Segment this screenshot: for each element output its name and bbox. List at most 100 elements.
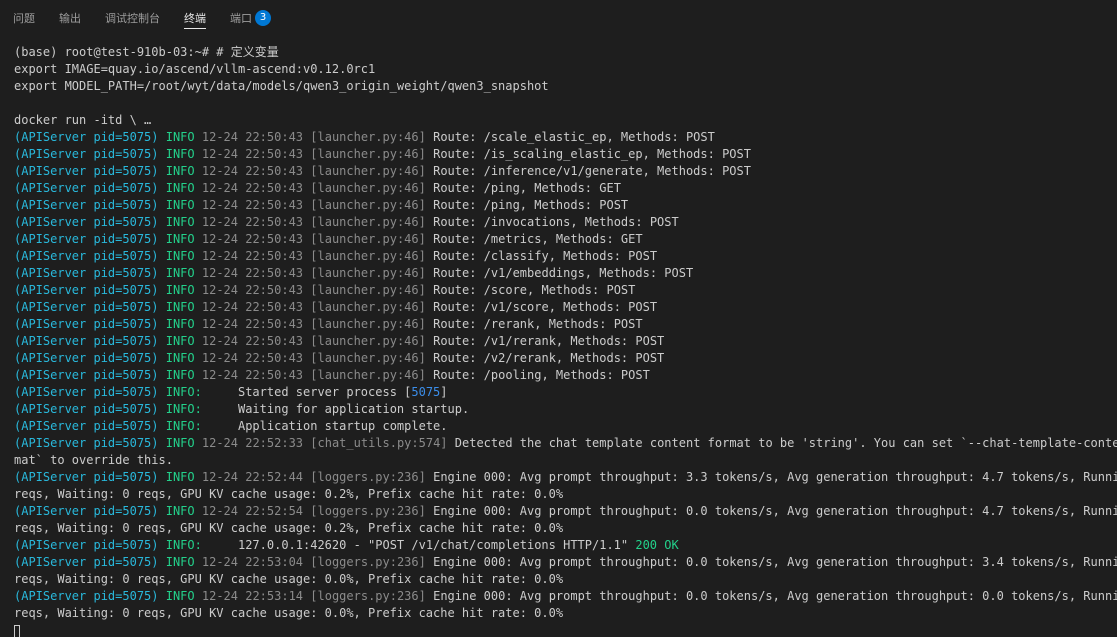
route-log-line: (APIServer pid=5075) INFO 12-24 22:50:43… xyxy=(14,367,1117,384)
log-source: [launcher.py:46] xyxy=(310,266,426,280)
startup-log-line: (APIServer pid=5075) INFO: Waiting for a… xyxy=(14,401,1117,418)
terminal-line: export IMAGE=quay.io/ascend/vllm-ascend:… xyxy=(14,62,376,76)
log-level: INFO: xyxy=(165,385,202,399)
log-level: INFO xyxy=(165,198,195,212)
log-level: INFO xyxy=(165,283,195,297)
terminal-line: (base) root@test-910b-03:~# # 定义变量 xyxy=(14,45,279,59)
log-source: [launcher.py:46] xyxy=(310,147,426,161)
log-source: [launcher.py:46] xyxy=(310,334,426,348)
log-message: Route: /score, Methods: POST xyxy=(433,283,636,297)
log-timestamp: 12-24 22:50:43 xyxy=(201,334,304,348)
log-source: [loggers.py:236] xyxy=(310,470,426,484)
log-level: INFO xyxy=(165,334,195,348)
api-server-prefix: (APIServer pid=5075) xyxy=(14,232,159,246)
log-level: INFO xyxy=(165,470,195,484)
log-level: INFO: xyxy=(165,419,202,433)
terminal-output[interactable]: (base) root@test-910b-03:~# # 定义变量 expor… xyxy=(0,44,1117,637)
log-message: Route: /invocations, Methods: POST xyxy=(433,215,679,229)
log-timestamp: 12-24 22:50:43 xyxy=(201,283,304,297)
log-timestamp: 12-24 22:53:04 xyxy=(201,555,304,569)
route-log-line: (APIServer pid=5075) INFO 12-24 22:50:43… xyxy=(14,282,1117,299)
engine-log-line: (APIServer pid=5075) INFO 12-24 22:52:54… xyxy=(14,503,1117,520)
tab-label: 调试控制台 xyxy=(105,11,160,25)
status-code: 200 OK xyxy=(635,538,679,552)
log-message: Route: /v1/rerank, Methods: POST xyxy=(433,334,665,348)
api-server-prefix: (APIServer pid=5075) xyxy=(14,334,159,348)
log-continuation: mat` to override this. xyxy=(14,453,173,467)
log-message: Application startup complete. xyxy=(237,419,448,433)
log-message: Engine 000: Avg prompt throughput: 3.3 t… xyxy=(433,470,1117,484)
log-message: Route: /v1/score, Methods: POST xyxy=(433,300,658,314)
log-source: [chat_utils.py:574] xyxy=(310,436,448,450)
log-timestamp: 12-24 22:50:43 xyxy=(201,317,304,331)
log-timestamp: 12-24 22:50:43 xyxy=(201,215,304,229)
log-message: Route: /metrics, Methods: GET xyxy=(433,232,643,246)
terminal-line: docker run -itd \ … xyxy=(14,113,152,127)
tab-label: 输出 xyxy=(59,11,81,25)
log-level: INFO xyxy=(165,300,195,314)
log-message: Engine 000: Avg prompt throughput: 0.0 t… xyxy=(433,555,1117,569)
tab-debug-console[interactable]: 调试控制台 xyxy=(105,0,160,35)
engine-log-line: (APIServer pid=5075) INFO 12-24 22:53:14… xyxy=(14,588,1117,605)
log-source: [launcher.py:46] xyxy=(310,300,426,314)
api-server-prefix: (APIServer pid=5075) xyxy=(14,317,159,331)
api-server-prefix: (APIServer pid=5075) xyxy=(14,147,159,161)
log-timestamp: 12-24 22:52:54 xyxy=(201,504,304,518)
api-server-prefix: (APIServer pid=5075) xyxy=(14,300,159,314)
log-continuation: reqs, Waiting: 0 reqs, GPU KV cache usag… xyxy=(14,606,564,620)
log-timestamp: 12-24 22:50:43 xyxy=(201,300,304,314)
log-level: INFO xyxy=(165,164,195,178)
tab-output[interactable]: 输出 xyxy=(59,0,81,35)
startup-log-line: (APIServer pid=5075) INFO: Started serve… xyxy=(14,384,1117,401)
log-level: INFO xyxy=(165,317,195,331)
log-message: Detected the chat template content forma… xyxy=(454,436,1117,450)
api-server-prefix: (APIServer pid=5075) xyxy=(14,368,159,382)
api-server-prefix: (APIServer pid=5075) xyxy=(14,589,159,603)
log-level: INFO xyxy=(165,232,195,246)
tab-terminal[interactable]: 终端 xyxy=(184,0,206,35)
log-message: Route: /rerank, Methods: POST xyxy=(433,317,643,331)
api-server-prefix: (APIServer pid=5075) xyxy=(14,164,159,178)
api-server-prefix: (APIServer pid=5075) xyxy=(14,504,159,518)
log-message: Route: /scale_elastic_ep, Methods: POST xyxy=(433,130,715,144)
log-level: INFO: xyxy=(165,538,202,552)
route-log-line: (APIServer pid=5075) INFO 12-24 22:50:43… xyxy=(14,299,1117,316)
route-log-line: (APIServer pid=5075) INFO 12-24 22:50:43… xyxy=(14,333,1117,350)
client-address: 127.0.0.1:42620 - xyxy=(237,538,369,552)
log-source: [launcher.py:46] xyxy=(310,232,426,246)
log-level: INFO xyxy=(165,181,195,195)
api-server-prefix: (APIServer pid=5075) xyxy=(14,215,159,229)
log-source: [launcher.py:46] xyxy=(310,283,426,297)
api-server-prefix: (APIServer pid=5075) xyxy=(14,130,159,144)
log-level: INFO xyxy=(165,147,195,161)
tab-label: 终端 xyxy=(184,11,206,25)
log-source: [launcher.py:46] xyxy=(310,351,426,365)
log-level: INFO: xyxy=(165,402,202,416)
log-message: Route: /classify, Methods: POST xyxy=(433,249,658,263)
log-timestamp: 12-24 22:50:43 xyxy=(201,266,304,280)
tab-problems[interactable]: 问题 xyxy=(13,0,35,35)
log-level: INFO xyxy=(165,215,195,229)
log-level: INFO xyxy=(165,589,195,603)
route-log-line: (APIServer pid=5075) INFO 12-24 22:50:43… xyxy=(14,316,1117,333)
log-timestamp: 12-24 22:50:43 xyxy=(201,232,304,246)
log-level: INFO xyxy=(165,249,195,263)
chat-utils-log-line: (APIServer pid=5075) INFO 12-24 22:52:33… xyxy=(14,435,1117,452)
api-server-prefix: (APIServer pid=5075) xyxy=(14,283,159,297)
log-source: [launcher.py:46] xyxy=(310,198,426,212)
api-server-prefix: (APIServer pid=5075) xyxy=(14,385,159,399)
log-message: ] xyxy=(440,385,448,399)
log-message: Started server process [ xyxy=(237,385,412,399)
log-message: Route: /ping, Methods: POST xyxy=(433,198,629,212)
log-level: INFO xyxy=(165,266,195,280)
tab-ports[interactable]: 端口 3 xyxy=(230,0,271,35)
api-server-prefix: (APIServer pid=5075) xyxy=(14,249,159,263)
log-level: INFO xyxy=(165,555,195,569)
engine-log-line: (APIServer pid=5075) INFO 12-24 22:52:44… xyxy=(14,469,1117,486)
log-source: [launcher.py:46] xyxy=(310,164,426,178)
terminal-line: export MODEL_PATH=/root/wyt/data/models/… xyxy=(14,79,549,93)
log-message: Waiting for application startup. xyxy=(237,402,470,416)
request-line: "POST /v1/chat/completions HTTP/1.1" xyxy=(368,538,629,552)
log-timestamp: 12-24 22:52:44 xyxy=(201,470,304,484)
